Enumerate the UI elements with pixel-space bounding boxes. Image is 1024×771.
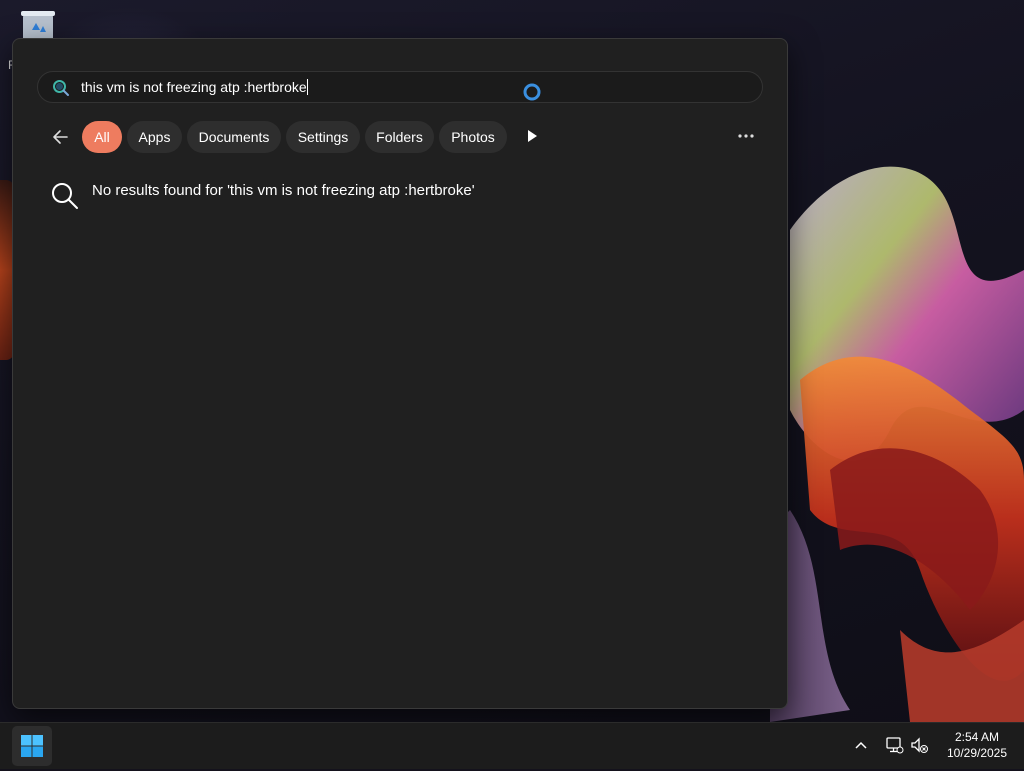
filter-chip-documents[interactable]: Documents xyxy=(187,121,281,153)
text-caret xyxy=(306,79,308,95)
search-box[interactable]: this vm is not freezing atp :hertbroke xyxy=(37,71,763,103)
windows-logo-icon xyxy=(21,735,43,757)
clock-date: 10/29/2025 xyxy=(946,746,1008,760)
search-icon xyxy=(53,80,69,96)
no-results-message: No results found for 'this vm is not fre… xyxy=(92,182,475,199)
back-arrow-icon[interactable] xyxy=(47,123,75,151)
system-clock[interactable]: 2:54 AM 10/29/2025 xyxy=(934,729,1020,761)
magnifier-icon xyxy=(52,183,78,209)
search-query-text: this vm is not freezing atp :hertbroke xyxy=(81,79,307,95)
filter-chip-photos[interactable]: Photos xyxy=(439,121,507,153)
clock-time: 2:54 AM xyxy=(954,730,1000,744)
filter-chip-apps[interactable]: Apps xyxy=(127,121,182,153)
volume-muted-icon[interactable] xyxy=(909,735,929,755)
loading-spinner-icon xyxy=(523,83,541,101)
filter-chip-all[interactable]: All xyxy=(82,121,122,153)
filter-chip-folders[interactable]: Folders xyxy=(365,121,434,153)
more-options-icon[interactable] xyxy=(735,125,757,147)
wallpaper-ribbon xyxy=(770,166,1024,722)
chevron-up-icon[interactable] xyxy=(852,737,870,755)
start-button[interactable] xyxy=(12,726,52,766)
filter-chip-settings[interactable]: Settings xyxy=(286,121,360,153)
search-input[interactable]: this vm is not freezing atp :hertbroke xyxy=(81,79,308,95)
network-icon[interactable] xyxy=(884,735,904,755)
more-filters-arrow-icon[interactable] xyxy=(525,128,539,144)
search-flyout: this vm is not freezing atp :hertbroke A… xyxy=(12,38,788,709)
taskbar: 2:54 AM 10/29/2025 xyxy=(0,722,1024,769)
